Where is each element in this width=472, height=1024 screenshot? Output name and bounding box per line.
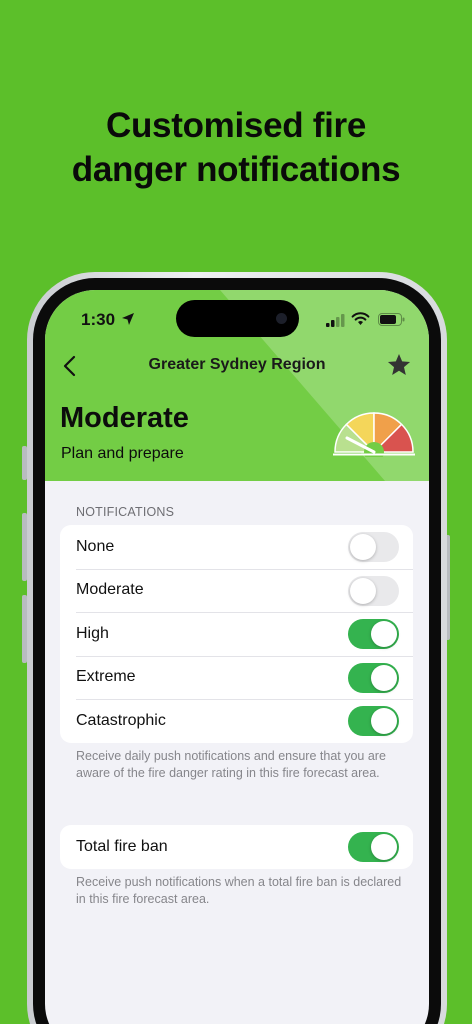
favourite-star-icon[interactable]: [386, 352, 412, 378]
notification-row-extreme: Extreme: [60, 655, 413, 700]
notification-row-high: High: [60, 612, 413, 656]
total-fire-ban-toggle[interactable]: [348, 832, 399, 862]
fire-danger-gauge-icon: [333, 412, 415, 457]
front-camera: [276, 313, 287, 324]
phone-bezel: 1:30 Greater Sydney Region Moderate Plan…: [33, 278, 441, 1024]
status-time: 1:30: [81, 310, 116, 329]
dynamic-island: [176, 300, 299, 337]
notifications-section-label: NOTIFICATIONS: [76, 505, 175, 519]
notifications-footnote: Receive daily push notifications and ens…: [76, 749, 386, 780]
notification-toggle-catastrophic[interactable]: [348, 706, 399, 736]
notification-toggle-moderate[interactable]: [348, 575, 399, 606]
notification-label: High: [76, 624, 109, 642]
total-fire-ban-footnote: Receive push notifications when a total …: [76, 875, 402, 906]
toggle-knob: [350, 534, 376, 560]
notification-label: Moderate: [76, 581, 144, 599]
notification-row-none: None: [60, 525, 413, 569]
total-fire-ban-row: Total fire ban: [60, 825, 413, 869]
location-arrow-icon: [122, 313, 134, 325]
total-fire-ban-group: Total fire ban: [60, 825, 413, 869]
headline-line-2: danger notifications: [71, 150, 401, 189]
toggle-knob: [371, 621, 397, 647]
wifi-icon: [351, 312, 370, 325]
toggle-knob: [350, 577, 376, 604]
notification-toggle-high[interactable]: [348, 619, 399, 649]
page-title: Greater Sydney Region: [148, 356, 326, 373]
toggle-knob: [371, 834, 397, 860]
notification-toggle-extreme[interactable]: [348, 662, 399, 693]
cellular-signal-icon: [326, 314, 345, 327]
notification-label: Catastrophic: [76, 711, 166, 729]
phone-frame: 1:30 Greater Sydney Region Moderate Plan…: [27, 272, 447, 1024]
app-screen: 1:30 Greater Sydney Region Moderate Plan…: [45, 290, 429, 1024]
notifications-list: None Moderate High Extreme Catastrophic: [60, 525, 413, 743]
toggle-knob: [371, 708, 397, 734]
notification-row-moderate: Moderate: [60, 568, 413, 613]
notification-row-catastrophic: Catastrophic: [60, 699, 413, 743]
headline: Customised fire danger notifications: [0, 104, 472, 192]
total-fire-ban-label: Total fire ban: [76, 837, 168, 855]
rating-advice: Plan and prepare: [61, 445, 184, 462]
notification-label: None: [76, 537, 115, 555]
notification-toggle-none[interactable]: [348, 532, 399, 562]
rating-level: Moderate: [60, 402, 189, 434]
toggle-knob: [371, 664, 397, 691]
headline-line-1: Customised fire: [106, 106, 366, 145]
battery-icon: [378, 313, 405, 326]
notification-label: Extreme: [76, 668, 136, 686]
